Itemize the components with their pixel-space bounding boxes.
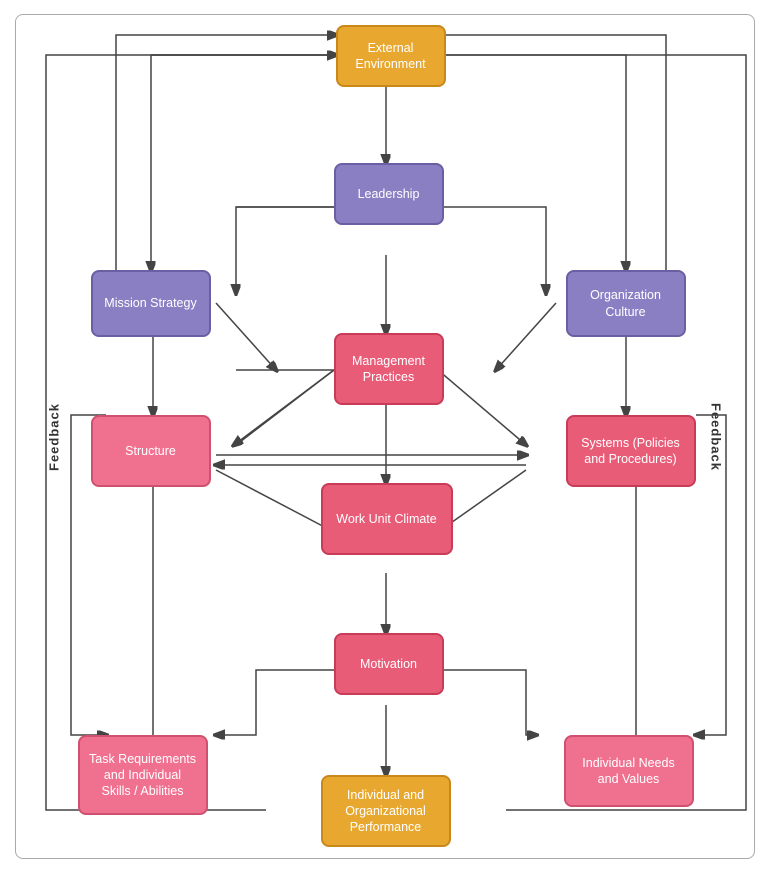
node-mission-strategy: Mission Strategy [91, 270, 211, 337]
node-leadership: Leadership [334, 163, 444, 225]
feedback-right-label: Feedback [708, 403, 723, 471]
node-organization-culture: Organization Culture [566, 270, 686, 337]
node-systems: Systems (Policies and Procedures) [566, 415, 696, 487]
node-work-unit-climate: Work Unit Climate [321, 483, 453, 555]
diagram-container: Feedback Feedback [15, 14, 755, 859]
node-task-requirements: Task Requirements and Individual Skills … [78, 735, 208, 815]
node-individual-needs: Individual Needs and Values [564, 735, 694, 807]
node-management-practices: Management Practices [334, 333, 444, 405]
node-structure: Structure [91, 415, 211, 487]
node-motivation: Motivation [334, 633, 444, 695]
feedback-left-label: Feedback [46, 403, 61, 471]
node-external-environment: External Environment [336, 25, 446, 87]
node-individual-org-performance: Individual and Organizational Performanc… [321, 775, 451, 847]
